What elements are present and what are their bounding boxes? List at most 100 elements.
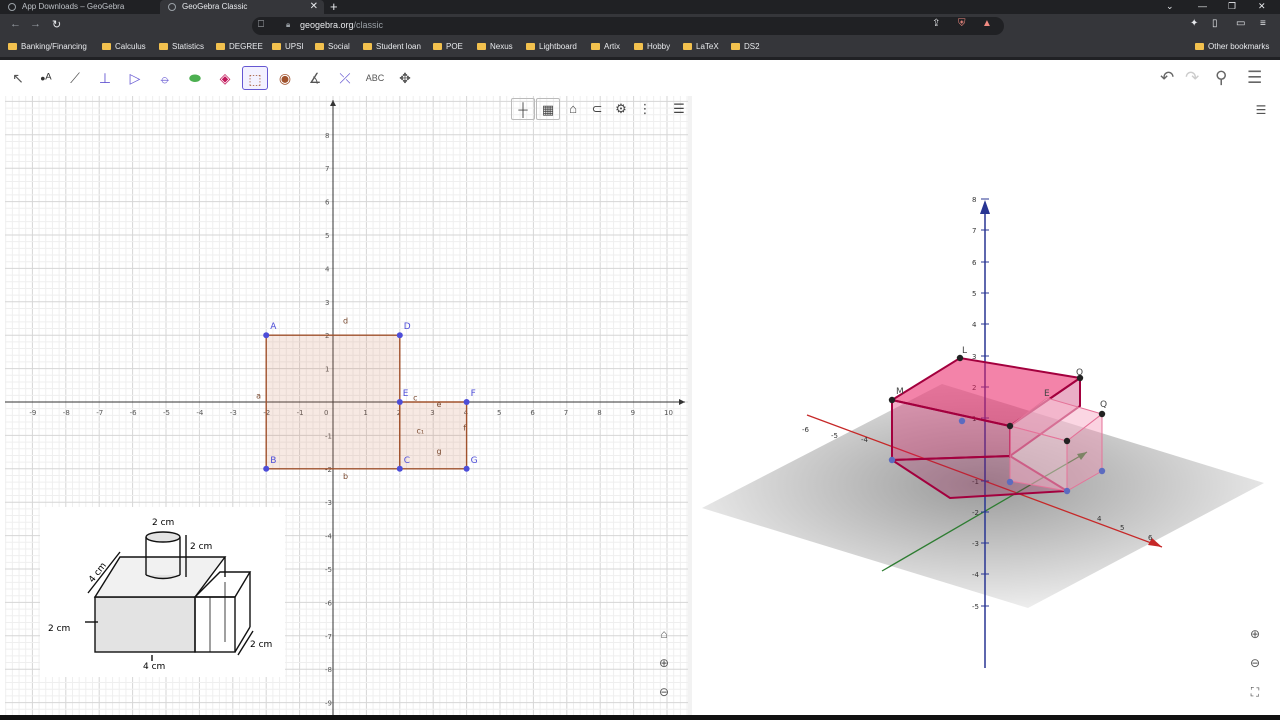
undo-icon[interactable]: ↶ xyxy=(1160,68,1174,88)
point-F[interactable] xyxy=(463,399,470,405)
graphics-view-3d[interactable]: 87654321-1-2-3-4-5-6-5-4456LMOQE ☰ ⊕ ⊖ ⛶ xyxy=(692,96,1280,715)
x-tick-label-3d: -6 xyxy=(802,426,810,434)
zoom-in-3d-icon[interactable]: ⊕ xyxy=(1245,624,1265,644)
maximize-icon[interactable]: ❐ xyxy=(1228,0,1236,12)
tab-title: App Downloads – GeoGebra xyxy=(22,2,125,11)
style-bar-toggle-3d-icon[interactable]: ☰ xyxy=(1251,100,1271,120)
back-icon[interactable]: ← xyxy=(10,18,21,30)
z-tick-label: 5 xyxy=(972,290,976,298)
other-bookmarks-folder[interactable]: Other bookmarks xyxy=(1195,42,1269,51)
wallet-icon[interactable]: ▭ xyxy=(1236,18,1245,29)
window-close-icon[interactable]: ✕ xyxy=(1258,0,1266,12)
extensions-puzzle-icon[interactable]: ✦ xyxy=(1190,18,1198,29)
bookmark-folder[interactable]: LaTeX xyxy=(683,42,719,51)
angle-tool-icon[interactable]: ∡ xyxy=(302,66,328,90)
style-bar-toggle-icon[interactable]: ☰ xyxy=(667,98,688,120)
bookmark-folder[interactable]: Lightboard xyxy=(526,42,577,51)
x-axis-arrow xyxy=(679,399,685,405)
z-tick-label: 8 xyxy=(972,196,976,204)
lock-icon[interactable]: 🔒︎ xyxy=(286,20,290,30)
address-bar[interactable]: ⎕ 🔒︎ geogebra.org/classic xyxy=(252,17,1004,35)
point-E[interactable] xyxy=(396,399,403,405)
sketch-image[interactable]: 2 cm 2 cm 4 cm 2 cm 4 cm 2 cm xyxy=(40,507,285,677)
new-tab-icon[interactable]: + xyxy=(330,0,338,14)
home-view-icon[interactable]: ⌂ xyxy=(561,98,585,120)
bookmark-folder[interactable]: POE xyxy=(433,42,463,51)
extension-alert-icon[interactable]: ▲ xyxy=(982,18,992,29)
y-tick-label: 8 xyxy=(325,132,329,140)
x-tick-label: -7 xyxy=(96,409,103,417)
segment-label-g: g xyxy=(437,447,442,456)
bookmark-folder[interactable]: UPSI xyxy=(272,42,304,51)
tab-close-icon[interactable]: ✕ xyxy=(310,0,318,14)
grid-toggle-icon[interactable]: ▦ xyxy=(536,98,560,120)
perpendicular-plane-tool-icon[interactable]: ⊥ xyxy=(92,66,118,90)
point-D[interactable] xyxy=(396,332,403,339)
bookmark-folder[interactable]: DEGREE xyxy=(216,42,263,51)
url-text: geogebra.org/classic xyxy=(300,20,384,30)
tab-search-icon[interactable]: ⌄ xyxy=(1166,0,1174,12)
bookmark-folder[interactable]: Artix xyxy=(591,42,620,51)
bookmark-folder[interactable]: Student loan xyxy=(363,42,421,51)
more-options-icon[interactable]: ⋮ xyxy=(633,98,657,120)
text-tool[interactable]: ABC xyxy=(362,66,388,90)
plane-intersect-tool-icon[interactable]: ⬬ xyxy=(182,66,208,90)
bookmark-folder[interactable]: DS2 xyxy=(731,42,760,51)
prism-tool-icon[interactable]: ⬚ xyxy=(242,66,268,90)
bookmark-icon[interactable]: ⎕ xyxy=(258,19,264,30)
fullscreen-icon[interactable]: ⛶ xyxy=(1245,682,1265,702)
share-icon[interactable]: ⇪ xyxy=(932,18,940,29)
minimize-icon[interactable]: — xyxy=(1198,0,1207,12)
point-C[interactable] xyxy=(396,465,403,472)
tab-app-downloads[interactable]: App Downloads – GeoGebra xyxy=(0,0,158,14)
circle-axis-tool-icon[interactable]: ⦵ xyxy=(152,66,178,90)
rotate-view-tool-icon[interactable]: ✥ xyxy=(392,66,418,90)
point-G[interactable] xyxy=(463,465,470,472)
point-label-3d-E: E xyxy=(1044,389,1050,399)
z-tick-label: 6 xyxy=(972,259,977,267)
axes-toggle-icon[interactable]: ┼ xyxy=(511,98,535,120)
point-3d xyxy=(1098,410,1106,418)
segment-label-c1: c₁ xyxy=(417,427,425,436)
point-B[interactable] xyxy=(263,465,270,472)
home-zoom-icon[interactable]: ⌂ xyxy=(654,624,674,644)
point-label-3d-Q: Q xyxy=(1100,400,1107,410)
bookmark-folder[interactable]: Statistics xyxy=(159,42,204,51)
bookmark-folder[interactable]: Social xyxy=(315,42,350,51)
x-tick-label: 8 xyxy=(597,409,601,417)
main-menu-icon[interactable]: ☰ xyxy=(1247,68,1262,88)
bookmark-folder[interactable]: Hobby xyxy=(634,42,670,51)
geogebra-favicon-icon xyxy=(8,3,16,11)
point-label-F: F xyxy=(471,389,476,399)
bookmark-folder[interactable]: Banking/Financing xyxy=(8,42,87,51)
tab-geogebra-classic[interactable]: GeoGebra Classic ✕ xyxy=(160,0,324,14)
search-icon[interactable]: ⚲ xyxy=(1215,68,1227,88)
forward-icon[interactable]: → xyxy=(30,18,41,30)
brave-shield-icon[interactable]: ⛨ xyxy=(958,18,966,29)
plane-tool-icon[interactable]: ◈ xyxy=(212,66,238,90)
point-tool-icon[interactable]: •ᴬ xyxy=(33,66,59,90)
x-tick-label: 10 xyxy=(664,409,673,417)
line-tool-icon[interactable]: ⟋ xyxy=(62,66,88,90)
move-tool-arrow-icon[interactable]: ↖ xyxy=(5,66,31,90)
sidebar-icon[interactable]: ▯ xyxy=(1212,18,1218,29)
x-tick-label: -9 xyxy=(29,409,36,417)
polygon-tool-icon[interactable]: ▷ xyxy=(122,66,148,90)
browser-menu-icon[interactable]: ≡ xyxy=(1260,18,1266,29)
bookmark-folder[interactable]: Nexus xyxy=(477,42,513,51)
sphere-tool-icon[interactable]: ◉ xyxy=(272,66,298,90)
bookmark-folder[interactable]: Calculus xyxy=(102,42,146,51)
reload-icon[interactable]: ↻ xyxy=(52,18,61,31)
redo-icon[interactable]: ↷ xyxy=(1185,68,1199,88)
settings-gear-icon[interactable]: ⚙ xyxy=(609,98,633,120)
point-capture-icon[interactable]: ⊂ xyxy=(585,98,609,120)
reflect-tool-icon[interactable]: ⤫ xyxy=(332,66,358,90)
point-A[interactable] xyxy=(263,332,270,339)
graphics-3d-canvas[interactable]: 87654321-1-2-3-4-5-6-5-4456LMOQE xyxy=(692,96,1280,715)
x-tick-label-3d: 6 xyxy=(1148,534,1153,542)
point-3d xyxy=(958,417,966,425)
y-tick-label: -4 xyxy=(325,533,333,541)
zoom-out-icon[interactable]: ⊖ xyxy=(654,682,674,702)
zoom-in-icon[interactable]: ⊕ xyxy=(654,653,674,673)
zoom-out-3d-icon[interactable]: ⊖ xyxy=(1245,653,1265,673)
